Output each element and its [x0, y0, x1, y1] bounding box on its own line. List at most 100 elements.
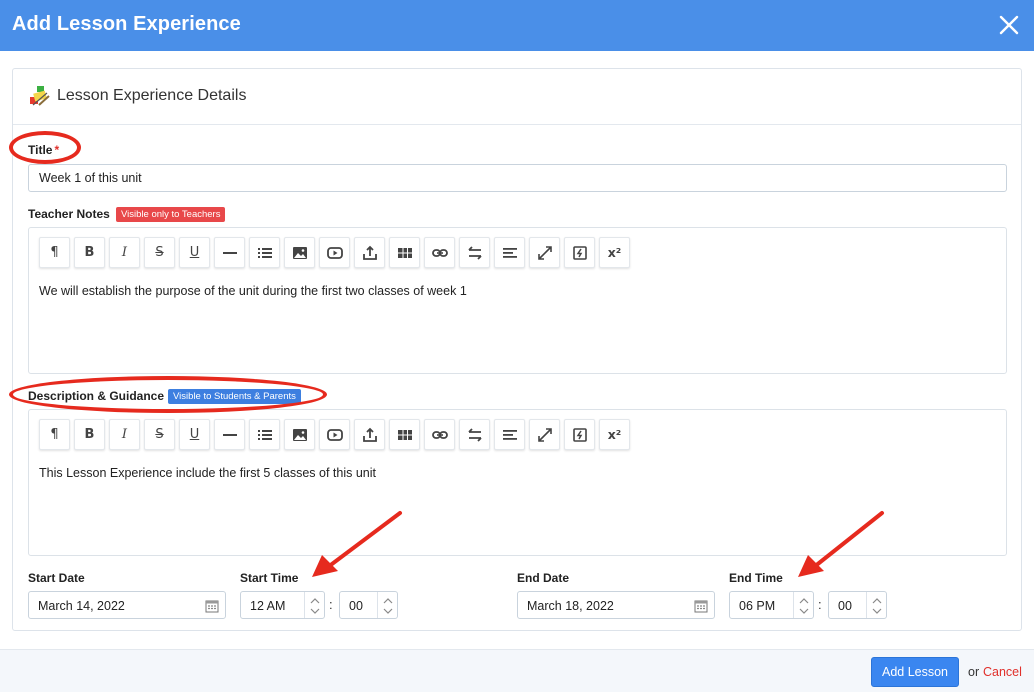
- swap-button[interactable]: [459, 237, 490, 268]
- video-icon: [326, 246, 343, 259]
- teacher-notes-content[interactable]: We will establish the purpose of the uni…: [39, 284, 467, 298]
- superscript-icon: x²: [607, 245, 622, 260]
- strikethrough-button[interactable]: S: [144, 237, 175, 268]
- italic-icon: I: [121, 427, 128, 442]
- fullscreen-button[interactable]: [529, 419, 560, 450]
- swap-icon: [467, 245, 482, 260]
- clear-format-icon: [572, 245, 587, 260]
- table-button[interactable]: [389, 419, 420, 450]
- superscript-button[interactable]: x²: [599, 419, 630, 450]
- calendar-icon[interactable]: [205, 599, 219, 613]
- table-button[interactable]: [389, 237, 420, 268]
- horizontal-rule-icon: [222, 433, 237, 436]
- fullscreen-button[interactable]: [529, 237, 560, 268]
- swap-button[interactable]: [459, 419, 490, 450]
- upload-button[interactable]: [354, 237, 385, 268]
- end-date-value: March 18, 2022: [527, 599, 614, 613]
- video-button[interactable]: [319, 237, 350, 268]
- title-label-text: Title: [28, 143, 53, 157]
- start-minute-spinner[interactable]: 00: [339, 591, 398, 619]
- video-icon: [326, 428, 343, 441]
- cancel-link[interactable]: Cancel: [983, 665, 1022, 679]
- start-hour-value: 12 AM: [250, 599, 286, 613]
- end-hour-spinner[interactable]: 06 PM: [729, 591, 814, 619]
- list-button[interactable]: [249, 237, 280, 268]
- image-button[interactable]: [284, 237, 315, 268]
- superscript-button[interactable]: x²: [599, 237, 630, 268]
- table-icon: [397, 247, 412, 258]
- calendar-icon[interactable]: [694, 599, 708, 613]
- bold-button[interactable]: B: [74, 419, 105, 450]
- horizontal-rule-button[interactable]: [214, 419, 245, 450]
- clear-format-button[interactable]: [564, 419, 595, 450]
- card-header: Lesson Experience Details: [13, 69, 1021, 125]
- start-date-value: March 14, 2022: [38, 599, 125, 613]
- superscript-icon: x²: [607, 427, 622, 442]
- clear-format-button[interactable]: [564, 237, 595, 268]
- spinner-arrows[interactable]: [866, 592, 886, 618]
- start-date-input[interactable]: March 14, 2022: [28, 591, 226, 619]
- time-separator: :: [818, 597, 822, 612]
- underline-icon: U: [189, 245, 200, 260]
- list-icon: [257, 247, 272, 258]
- upload-button[interactable]: [354, 419, 385, 450]
- italic-button[interactable]: I: [109, 237, 140, 268]
- students-parents-badge: Visible to Students & Parents: [168, 389, 301, 404]
- horizontal-rule-button[interactable]: [214, 237, 245, 268]
- end-date-input[interactable]: March 18, 2022: [517, 591, 715, 619]
- paragraph-icon: ¶: [50, 245, 59, 260]
- start-hour-spinner[interactable]: 12 AM: [240, 591, 325, 619]
- link-icon: [431, 430, 448, 439]
- or-text: or: [968, 665, 980, 679]
- title-input[interactable]: [28, 164, 1007, 192]
- spinner-arrows[interactable]: [304, 592, 324, 618]
- link-icon: [431, 248, 448, 257]
- underline-button[interactable]: U: [179, 237, 210, 268]
- dialog-title: Add Lesson Experience: [12, 13, 241, 35]
- swap-icon: [467, 427, 482, 442]
- title-label: Title *: [28, 143, 59, 157]
- paragraph-button[interactable]: ¶: [39, 419, 70, 450]
- align-button[interactable]: [494, 237, 525, 268]
- chevron-up-down-icon: [383, 598, 393, 614]
- end-date-label: End Date: [517, 571, 570, 585]
- paragraph-icon: ¶: [50, 427, 59, 442]
- expand-icon: [537, 427, 552, 442]
- align-icon: [502, 247, 517, 258]
- strikethrough-button[interactable]: S: [144, 419, 175, 450]
- teachers-only-badge: Visible only to Teachers: [116, 207, 226, 222]
- start-minute-value: 00: [349, 599, 363, 613]
- upload-icon: [362, 427, 377, 442]
- image-button[interactable]: [284, 419, 315, 450]
- editor-toolbar: ¶ B I S U x²: [39, 237, 634, 268]
- horizontal-rule-icon: [222, 251, 237, 254]
- image-icon: [292, 428, 307, 441]
- end-time-label: End Time: [729, 571, 783, 585]
- description-content[interactable]: This Lesson Experience include the first…: [39, 466, 376, 480]
- underline-button[interactable]: U: [179, 419, 210, 450]
- align-icon: [502, 429, 517, 440]
- link-button[interactable]: [424, 419, 455, 450]
- image-icon: [292, 246, 307, 259]
- paragraph-button[interactable]: ¶: [39, 237, 70, 268]
- spinner-arrows[interactable]: [793, 592, 813, 618]
- chevron-up-down-icon: [310, 598, 320, 614]
- spinner-arrows[interactable]: [377, 592, 397, 618]
- add-lesson-button[interactable]: Add Lesson: [871, 657, 959, 687]
- link-button[interactable]: [424, 237, 455, 268]
- align-button[interactable]: [494, 419, 525, 450]
- underline-icon: U: [189, 427, 200, 442]
- video-button[interactable]: [319, 419, 350, 450]
- close-button[interactable]: [996, 12, 1022, 38]
- strikethrough-icon: S: [155, 427, 164, 442]
- end-minute-spinner[interactable]: 00: [828, 591, 887, 619]
- italic-button[interactable]: I: [109, 419, 140, 450]
- lesson-details-card: Lesson Experience Details Title* Teacher…: [12, 68, 1022, 631]
- time-separator: :: [329, 597, 333, 612]
- expand-icon: [537, 245, 552, 260]
- list-button[interactable]: [249, 419, 280, 450]
- strikethrough-icon: S: [155, 245, 164, 260]
- required-mark: *: [54, 143, 60, 157]
- clear-format-icon: [572, 427, 587, 442]
- bold-button[interactable]: B: [74, 237, 105, 268]
